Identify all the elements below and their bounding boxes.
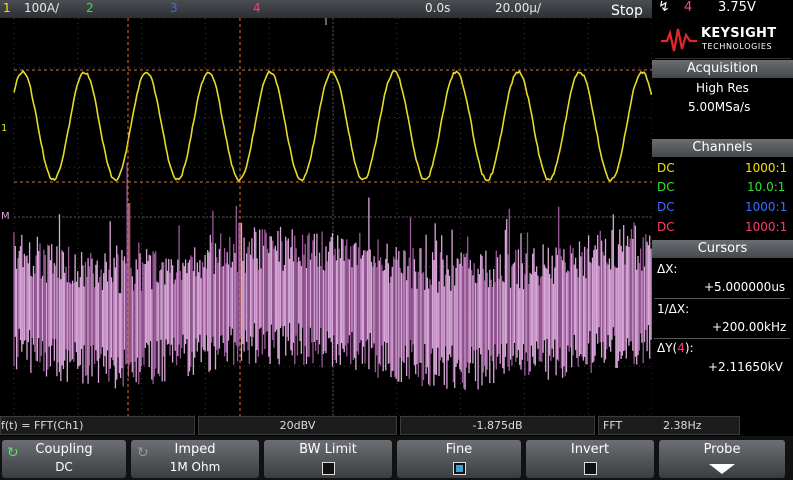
ch4-probe: 1000:1 — [745, 220, 787, 234]
fft-resolution: 2.38Hz — [663, 417, 702, 434]
probe-label: Probe — [659, 442, 785, 457]
math-offset[interactable]: -1.875dB — [400, 416, 595, 435]
acq-mode: High Res — [696, 81, 749, 95]
waveform-canvas: 1 M — [0, 18, 652, 416]
trigger-channel[interactable]: 4 — [684, 0, 692, 15]
coupling-label: Coupling — [2, 442, 126, 457]
math-function-label[interactable]: f(t) = FFT(Ch1) — [0, 416, 195, 435]
bw-limit-label: BW Limit — [264, 442, 392, 457]
cursor-inv-dx-value: +200.00kHz — [712, 320, 786, 334]
cursor-inv-dx-label: 1/ΔX: — [657, 302, 689, 316]
imped-label: Imped — [131, 442, 259, 457]
coupling-value: DC — [2, 460, 126, 474]
fine-label: Fine — [397, 442, 521, 457]
divider — [654, 338, 790, 339]
fft-status[interactable]: FFT 2.38Hz — [598, 416, 740, 435]
arrow-down-icon — [709, 464, 735, 474]
ch2-probe: 10.0:1 — [747, 180, 785, 194]
invert-label: Invert — [526, 442, 654, 457]
ch3-coupling: DC — [657, 200, 675, 214]
fft-label: FFT — [603, 417, 622, 434]
imped-softkey[interactable]: ↻ Imped 1M Ohm — [131, 440, 259, 478]
brand-name: KEYSIGHT — [701, 26, 776, 41]
ch1-coupling: DC — [657, 161, 675, 175]
math-ground-marker[interactable]: M — [1, 211, 10, 222]
ch1-ground-marker[interactable]: 1 — [1, 123, 7, 134]
trigger-level[interactable]: 3.75V — [718, 0, 756, 15]
ch4-coupling: DC — [657, 220, 675, 234]
fine-checkbox[interactable] — [453, 462, 466, 475]
coupling-softkey[interactable]: ↻ Coupling DC — [2, 440, 126, 478]
ch4-indicator[interactable]: 4 — [253, 1, 261, 15]
run-state[interactable]: Stop — [611, 3, 643, 19]
brand-sub: TECHNOLOGIES — [702, 42, 772, 51]
acq-rate: 5.00MSa/s — [688, 100, 750, 114]
imped-value: 1M Ohm — [131, 460, 259, 474]
cursor-dx-value: +5.000000us — [704, 280, 785, 294]
invert-softkey[interactable]: Invert — [526, 440, 654, 478]
waveform-display[interactable]: 1 M — [0, 18, 652, 416]
time-scale[interactable]: 20.00µ/ — [495, 1, 541, 15]
ch1-probe: 1000:1 — [745, 161, 787, 175]
divider — [654, 298, 790, 299]
ch2-indicator[interactable]: 2 — [86, 1, 94, 15]
math-vscale[interactable]: 20dBV — [198, 416, 397, 435]
ch3-indicator[interactable]: 3 — [170, 1, 178, 15]
top-status-bar: 1 100A/ 2 3 4 0.0s 20.00µ/ — [0, 0, 652, 18]
acquisition-header[interactable]: Acquisition — [652, 60, 793, 78]
cursors-header[interactable]: Cursors — [652, 240, 793, 258]
cursor-dy-label: ΔY(4): — [657, 341, 694, 355]
bw-limit-checkbox[interactable] — [322, 462, 335, 475]
trigger-edge-icon: ↯ — [658, 0, 670, 15]
ch1-scale[interactable]: 100A/ — [24, 1, 59, 15]
time-position[interactable]: 0.0s — [425, 1, 450, 15]
cursor-dy-value: +2.11650kV — [708, 360, 783, 374]
cursor-dx-label: ΔX: — [657, 262, 677, 276]
probe-softkey[interactable]: Probe — [659, 440, 785, 478]
keysight-wave-icon — [659, 25, 699, 55]
invert-checkbox[interactable] — [584, 462, 597, 475]
ch3-probe: 1000:1 — [745, 200, 787, 214]
ch1-indicator[interactable]: 1 — [3, 1, 11, 15]
fine-softkey[interactable]: Fine — [397, 440, 521, 478]
keysight-logo: KEYSIGHT TECHNOLOGIES — [655, 22, 791, 59]
ch2-coupling: DC — [657, 180, 675, 194]
channels-header[interactable]: Channels — [652, 139, 793, 157]
fft-trace — [14, 163, 651, 390]
bw-limit-softkey[interactable]: BW Limit — [264, 440, 392, 478]
